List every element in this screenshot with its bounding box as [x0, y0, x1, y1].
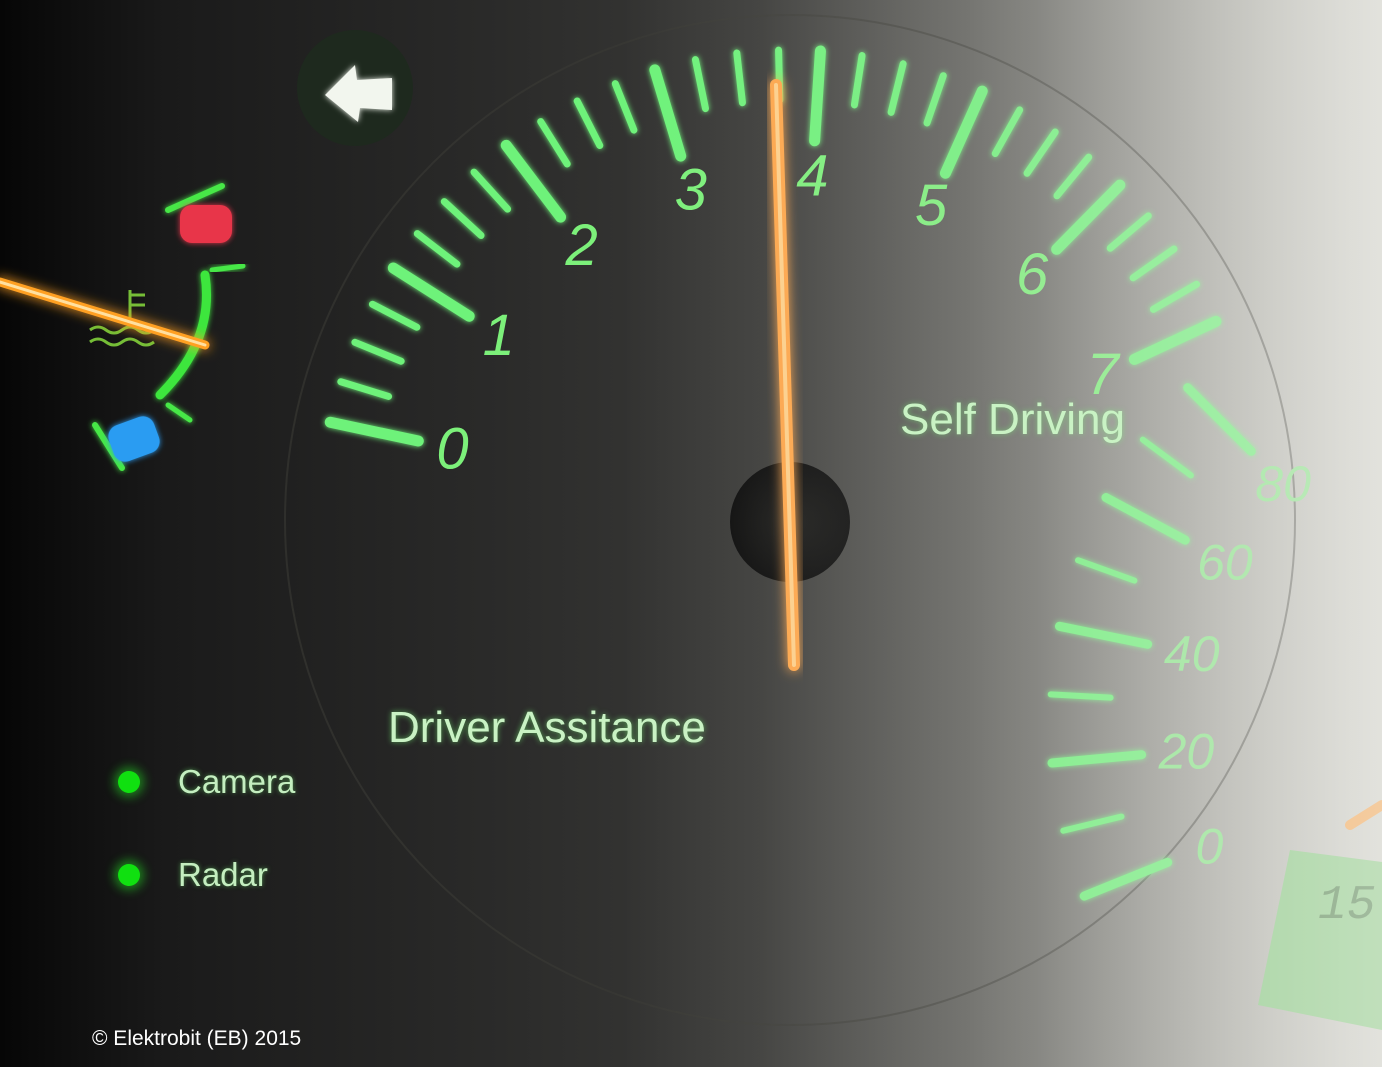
camera-label: Camera [178, 763, 296, 800]
tachometer-label: 0 [436, 416, 468, 481]
fuel-needle [1345, 800, 1382, 830]
lcd-reading: 15 [1318, 879, 1376, 933]
speedometer-label: 60 [1197, 534, 1253, 590]
tachometer-label: 3 [675, 158, 707, 223]
self-driving-label: Self Driving [900, 395, 1125, 444]
speedometer-minor-tick [1139, 436, 1194, 479]
camera-status-light [118, 771, 140, 793]
tachometer-minor-tick [1053, 153, 1093, 200]
tachometer-minor-tick [1129, 245, 1178, 282]
tachometer-major-tick [1128, 315, 1222, 365]
tachometer-label: 6 [1016, 242, 1049, 307]
tachometer-major-tick [649, 64, 687, 162]
tachometer-label: 1 [483, 303, 515, 368]
tachometer-label: 2 [565, 213, 598, 278]
tachometer-minor-tick [413, 230, 461, 268]
speedometer-label: 40 [1164, 626, 1220, 682]
sensor-radar: Radar [118, 856, 268, 893]
tachometer-minor-tick [1149, 280, 1201, 313]
speedometer-major-tick [1047, 750, 1147, 768]
speedometer-major-tick [1101, 493, 1190, 545]
dashboard-photo: 01234567 0 20 40 60 80 15 Driver Assitan… [0, 0, 1382, 1067]
temperature-tick [209, 263, 246, 273]
odometer-lcd: 15 [1258, 850, 1382, 1030]
speedometer-label: 80 [1255, 456, 1311, 512]
tachometer-minor-tick [611, 80, 638, 134]
temperature-tick [165, 402, 193, 423]
tachometer-major-tick [939, 85, 988, 179]
speedometer-labels: 0 20 40 6080 [1158, 456, 1312, 874]
tachometer-minor-tick [368, 300, 421, 331]
speedometer-major-tick [1079, 857, 1173, 901]
tachometer-minor-tick [923, 72, 947, 127]
warning-red-light [180, 205, 232, 243]
radar-label: Radar [178, 856, 268, 893]
tachometer-minor-tick [1106, 212, 1152, 252]
copyright-notice: © Elektrobit (EB) 2015 [92, 1027, 302, 1050]
speedometer-label: 20 [1158, 724, 1215, 780]
tachometer-minor-tick [991, 106, 1024, 158]
speedometer-major-tick [1183, 383, 1256, 456]
temperature-needle-core [0, 280, 207, 347]
tachometer-minor-tick [691, 56, 709, 113]
speedometer-label: 0 [1195, 818, 1223, 874]
tachometer-minor-tick [537, 118, 571, 168]
tachometer-major-tick [324, 416, 424, 447]
tachometer-minor-tick [440, 198, 485, 239]
tachometer-minor-tick [573, 97, 604, 150]
tachometer-minor-tick [351, 338, 405, 365]
tachometer-label: 5 [915, 173, 948, 238]
tachometer-minor-tick [887, 60, 907, 116]
tachometer-minor-tick [470, 168, 512, 213]
speedometer-major-tick [1054, 621, 1153, 649]
driver-assistance-label: Driver Assitance [388, 703, 706, 752]
speedometer-minor-tick [1060, 813, 1125, 834]
speedometer-minor-tick [1074, 557, 1138, 584]
tachometer-minor-tick [733, 49, 746, 107]
instrument-cluster: 0123 4 567 020406080 15 [0, 14, 1382, 1030]
tachometer-minor-tick [850, 52, 866, 109]
tachometer-major-tick [809, 45, 826, 147]
tachometer-major-tick [387, 262, 475, 322]
sensor-camera: Camera [118, 763, 296, 800]
tachometer-major-tick [500, 139, 567, 223]
radar-status-light [118, 864, 140, 886]
tachometer-minor-tick [337, 378, 393, 400]
tachometer-major-tick [1051, 179, 1126, 255]
speedometer-minor-tick [1047, 691, 1114, 701]
tachometer-minor-tick [1023, 128, 1059, 177]
tachometer-label: 4 [796, 144, 828, 209]
